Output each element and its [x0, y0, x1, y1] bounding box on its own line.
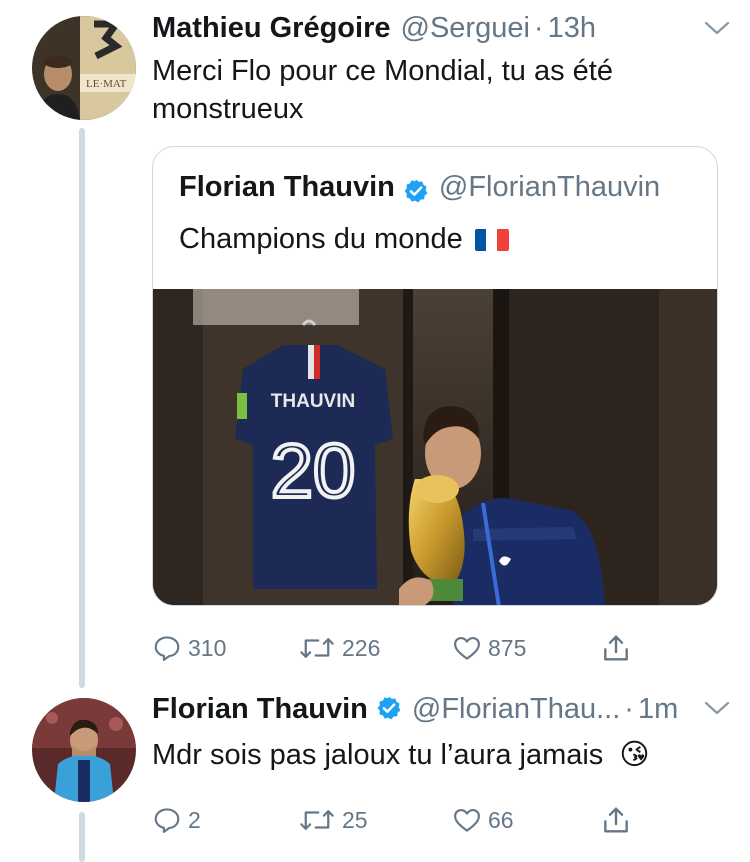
verified-badge-icon — [404, 179, 428, 202]
kissing-face-emoji: 😘 — [619, 739, 650, 771]
avatar-image-mathieu: LE·MAT — [32, 16, 136, 120]
quoted-author-name: Florian Thauvin — [179, 171, 395, 203]
like-button[interactable]: 66 — [452, 800, 514, 840]
tweet-actions: 2 25 66 — [152, 800, 652, 840]
heart-icon — [454, 636, 480, 660]
share-button[interactable] — [600, 800, 632, 840]
reply-button[interactable]: 2 — [152, 800, 201, 840]
separator-dot: · — [533, 12, 544, 44]
share-icon — [604, 635, 628, 661]
tweet-header: Florian Thauvin @FlorianThau... · 1m — [152, 692, 730, 728]
quoted-tweet-text-row: Champions du monde — [179, 223, 509, 256]
tweet-text-row: Mdr sois pas jaloux tu l’aura jamais 😘 — [152, 736, 710, 774]
reply-icon — [154, 636, 180, 661]
verified-badge-icon — [377, 696, 401, 720]
retweet-button[interactable]: 226 — [298, 628, 380, 668]
author-name[interactable]: Mathieu Grégoire — [152, 12, 391, 45]
quoted-author-handle: @FlorianThauvin — [438, 171, 661, 203]
tweet-time[interactable]: 1m — [638, 693, 678, 726]
avatar[interactable] — [32, 698, 136, 802]
share-button[interactable] — [600, 628, 632, 668]
avatar-image-florian — [32, 698, 136, 802]
reply-button[interactable]: 310 — [152, 628, 226, 668]
retweet-icon — [300, 638, 334, 658]
separator-dot: · — [624, 693, 634, 725]
tweet-mathieu[interactable]: LE·MAT Mathieu Grégoire @Serguei · 13h M… — [0, 0, 750, 690]
tweet-florian-reply[interactable]: Florian Thauvin @FlorianThau... · 1m Mdr… — [0, 690, 750, 862]
jersey-name: THAUVIN — [271, 391, 355, 412]
reply-icon — [154, 808, 180, 833]
author-name[interactable]: Florian Thauvin — [152, 693, 368, 726]
share-icon — [604, 807, 628, 833]
like-count: 66 — [488, 806, 514, 833]
quoted-tweet-photo[interactable]: THAUVIN 20 — [153, 289, 718, 606]
reply-count: 2 — [188, 806, 201, 833]
chevron-down-icon[interactable] — [704, 20, 730, 36]
reply-count: 310 — [188, 634, 227, 661]
chevron-down-icon[interactable] — [704, 700, 730, 716]
heart-icon — [454, 808, 480, 832]
avatar[interactable]: LE·MAT — [32, 16, 136, 120]
jersey-number: 20 — [271, 429, 356, 514]
retweet-count: 226 — [342, 634, 381, 661]
tweet-header: Mathieu Grégoire @Serguei · 13h — [152, 12, 730, 48]
author-handle[interactable]: @FlorianThau... — [412, 693, 620, 726]
tweet-text: Mdr sois pas jaloux tu l’aura jamais — [152, 739, 604, 771]
avatar-sign-text: LE·MAT — [86, 78, 127, 90]
retweet-button[interactable]: 25 — [298, 800, 368, 840]
tweet-text: Merci Flo pour ce Mondial, tu as été mon… — [152, 55, 613, 125]
french-flag-icon — [474, 228, 509, 251]
like-button[interactable]: 875 — [452, 628, 526, 668]
quoted-tweet[interactable]: Florian Thauvin @FlorianThauvin Champion… — [152, 146, 718, 606]
retweet-icon — [300, 810, 334, 830]
tweet-actions: 310 226 875 — [152, 628, 652, 668]
retweet-count: 25 — [342, 806, 368, 833]
quoted-tweet-header: Florian Thauvin @FlorianThauvin — [179, 171, 660, 204]
quoted-tweet-text: Champions du monde — [179, 223, 463, 255]
author-handle[interactable]: @Serguei — [401, 12, 530, 45]
tweet-time[interactable]: 13h — [548, 12, 596, 45]
like-count: 875 — [488, 634, 527, 661]
